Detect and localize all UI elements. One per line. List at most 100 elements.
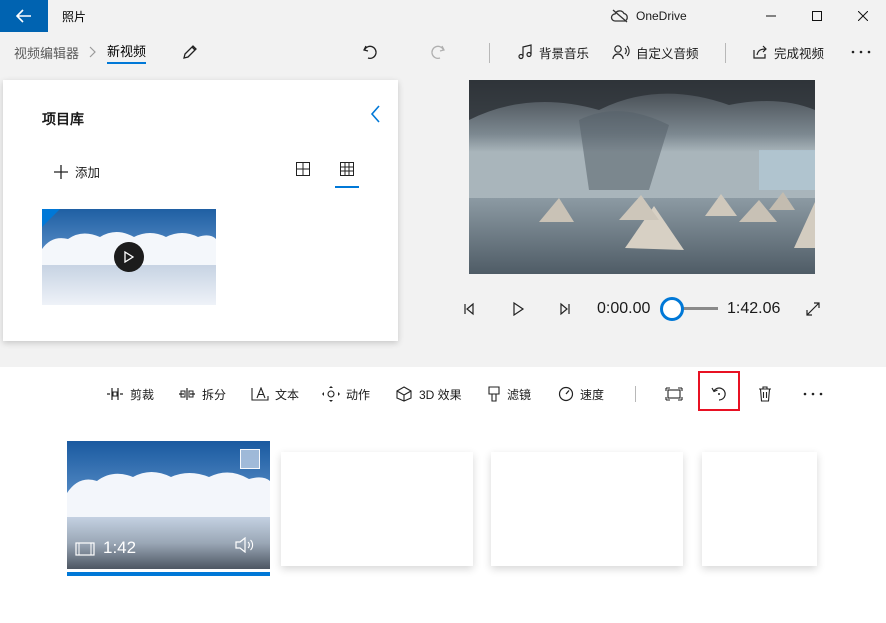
rename-button[interactable]: [182, 37, 198, 67]
motion-label: 动作: [346, 387, 371, 402]
text-button[interactable]: 文本: [251, 383, 299, 405]
play-icon: [513, 302, 525, 316]
split-label: 拆分: [202, 387, 227, 402]
custom-audio-button[interactable]: 自定义音频: [612, 37, 699, 67]
current-time: 0:00.00: [597, 296, 650, 322]
breadcrumb: 视频编辑器 新视频: [14, 37, 147, 67]
fullscreen-button[interactable]: [805, 296, 821, 322]
redo-button[interactable]: [430, 37, 446, 67]
3d-effects-label: 3D 效果: [419, 387, 462, 402]
chevron-left-icon: [370, 105, 380, 123]
redo-icon: [431, 45, 445, 59]
grid-large-icon: [296, 162, 310, 176]
collapse-library-button[interactable]: [369, 104, 389, 128]
trash-icon: [759, 386, 771, 402]
cube-icon: [396, 386, 412, 402]
preview-frame: [469, 80, 815, 274]
background-music-button[interactable]: 背景音乐: [517, 37, 589, 67]
large-grid-view-button[interactable]: [296, 162, 312, 178]
empty-clip-slot: [491, 452, 683, 566]
video-preview[interactable]: [469, 80, 815, 274]
minimize-button[interactable]: [748, 0, 794, 32]
seek-handle[interactable]: [660, 297, 684, 321]
total-time-text: 1:42.06: [727, 300, 781, 317]
clip-select-checkbox[interactable]: [240, 449, 260, 469]
rotate-highlight: [698, 371, 740, 411]
minimize-icon: [766, 15, 776, 17]
custom-audio-label: 自定义音频: [636, 46, 699, 61]
filters-label: 滤镜: [507, 387, 532, 402]
music-note-icon: [518, 44, 532, 60]
volume-icon[interactable]: [234, 537, 256, 553]
filters-button[interactable]: 滤镜: [487, 383, 531, 405]
small-grid-view-button[interactable]: [335, 162, 359, 188]
previous-frame-button[interactable]: [462, 296, 476, 322]
speed-button[interactable]: 速度: [558, 383, 604, 405]
split-icon: [179, 388, 195, 400]
pencil-icon: [183, 45, 197, 59]
total-time: 1:42.06: [727, 296, 780, 322]
text-box-icon: [251, 387, 269, 401]
project-library-panel: 项目库 添加: [3, 80, 398, 341]
trim-icon: [107, 388, 123, 400]
background-music-label: 背景音乐: [539, 46, 590, 61]
library-media-item[interactable]: [42, 209, 216, 305]
grid-small-icon: [340, 162, 354, 176]
person-audio-icon: [612, 45, 630, 60]
filter-brush-icon: [488, 386, 500, 402]
toolbar-divider: [725, 43, 726, 63]
undo-icon: [363, 45, 377, 59]
empty-clip-slot: [281, 452, 473, 566]
cloud-off-icon: [610, 9, 628, 23]
undo-button[interactable]: [362, 37, 378, 67]
resize-button[interactable]: [665, 383, 683, 405]
share-export-icon: [753, 45, 767, 59]
more-horizontal-icon: [851, 50, 871, 54]
maximize-icon: [812, 11, 822, 21]
clip-selected-indicator: [67, 572, 270, 576]
play-preview-button[interactable]: [114, 242, 144, 272]
speedometer-icon: [558, 386, 574, 402]
expand-icon: [806, 302, 820, 316]
back-arrow-icon: [16, 9, 31, 23]
storyboard-clip[interactable]: 1:42: [67, 441, 270, 569]
more-options-button[interactable]: [851, 37, 871, 67]
step-forward-icon: [560, 302, 570, 316]
onedrive-label: OneDrive: [636, 9, 687, 23]
3d-effects-button[interactable]: 3D 效果: [395, 383, 462, 405]
toolbar-divider: [489, 43, 490, 63]
finish-video-label: 完成视频: [774, 46, 825, 61]
delete-button[interactable]: [757, 383, 773, 405]
maximize-button[interactable]: [794, 0, 840, 32]
play-icon: [124, 251, 134, 263]
onedrive-status[interactable]: OneDrive: [610, 0, 687, 32]
trim-button[interactable]: 剪裁: [106, 383, 154, 405]
play-button[interactable]: [511, 296, 525, 322]
app-title: 照片: [62, 9, 87, 24]
more-tools-button[interactable]: [803, 383, 823, 405]
split-button[interactable]: 拆分: [178, 383, 226, 405]
more-horizontal-icon: [803, 392, 823, 396]
add-media-label: 添加: [75, 166, 101, 180]
step-back-icon: [464, 302, 474, 316]
speed-label: 速度: [580, 387, 605, 402]
empty-clip-slot: [702, 452, 817, 566]
breadcrumb-parent[interactable]: 视频编辑器: [14, 43, 79, 62]
motion-icon: [322, 386, 340, 402]
finish-video-button[interactable]: 完成视频: [752, 37, 824, 67]
chevron-right-icon: [89, 46, 96, 58]
film-strip-icon: [75, 542, 95, 556]
next-frame-button[interactable]: [558, 296, 572, 322]
motion-button[interactable]: 动作: [322, 383, 370, 405]
breadcrumb-current[interactable]: 新视频: [107, 41, 147, 64]
close-button[interactable]: [840, 0, 886, 32]
add-media-button[interactable]: 添加: [53, 162, 100, 181]
back-button[interactable]: [0, 0, 48, 32]
resize-frame-icon: [665, 387, 683, 401]
plus-icon: [54, 164, 68, 179]
edit-tools-divider: [635, 386, 636, 402]
library-title: 项目库: [42, 111, 84, 127]
current-time-text: 0:00.00: [597, 300, 651, 317]
clip-duration: 1:42: [103, 538, 137, 557]
close-icon: [858, 11, 868, 21]
